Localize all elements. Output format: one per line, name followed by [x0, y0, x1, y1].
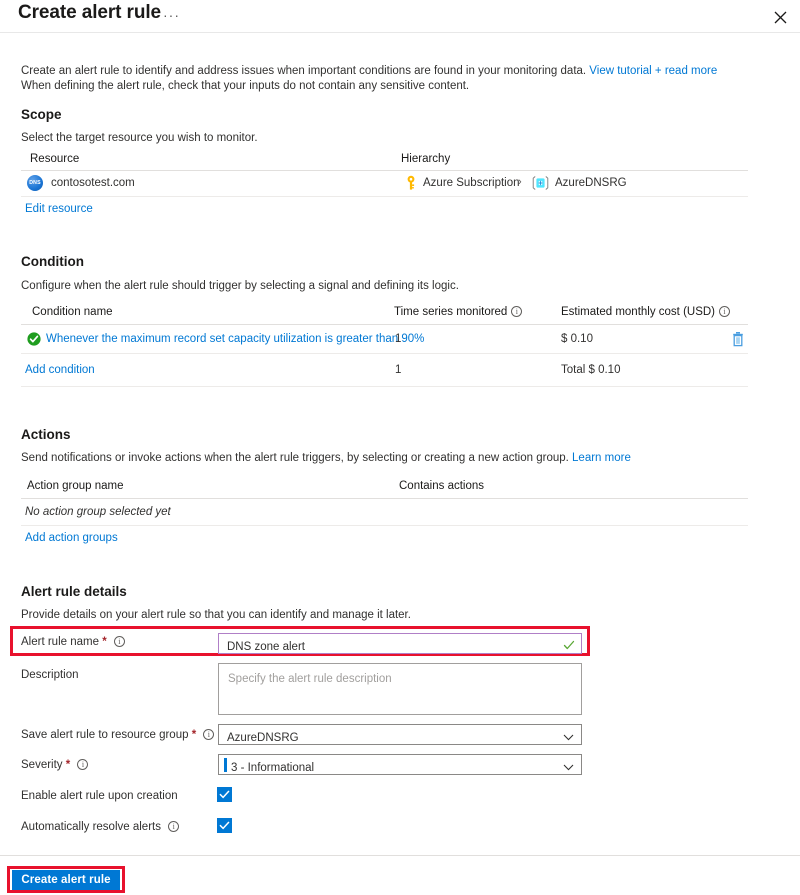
edit-resource-link[interactable]: Edit resource — [25, 203, 93, 215]
close-icon[interactable] — [768, 5, 792, 29]
actions-row-divider — [21, 525, 748, 526]
more-options-icon[interactable]: ··· — [163, 8, 180, 22]
condition-name-link[interactable]: Whenever the maximum record set capacity… — [46, 333, 424, 345]
actions-column-name: Action group name — [27, 480, 124, 492]
info-icon[interactable]: i — [168, 821, 180, 832]
header-divider — [0, 32, 800, 33]
intro-line-1: Create an alert rule to identify and add… — [21, 64, 717, 79]
severity-label-text: Severity — [21, 759, 63, 771]
condition-column-cost-label: Estimated monthly cost (USD) — [561, 306, 716, 318]
condition-series-value: 1 — [395, 333, 402, 345]
chevron-down-icon — [563, 760, 574, 771]
scope-section-title: Scope — [21, 107, 62, 122]
scope-header-divider — [21, 170, 748, 171]
auto-resolve-alerts-label: Automatically resolve alerts i — [21, 821, 180, 833]
actions-section-description: Send notifications or invoke actions whe… — [21, 452, 631, 464]
description-placeholder: Specify the alert rule description — [228, 673, 392, 685]
resource-group-value: AzureDNSRG — [227, 732, 299, 744]
green-check-icon — [563, 638, 575, 650]
actions-column-contains: Contains actions — [399, 480, 485, 492]
intro-line-2: When defining the alert rule, check that… — [21, 80, 470, 92]
alert-rule-details-title: Alert rule details — [21, 584, 127, 599]
intro-text-1: Create an alert rule to identify and add… — [21, 65, 590, 77]
condition-cost-value: $ 0.10 — [561, 333, 593, 345]
chevron-down-icon — [563, 730, 574, 741]
actions-section-title: Actions — [21, 427, 71, 442]
key-icon — [404, 175, 418, 191]
scope-column-resource: Resource — [30, 153, 80, 165]
resource-group-select[interactable]: AzureDNSRG — [218, 724, 582, 745]
condition-column-name: Condition name — [32, 306, 113, 318]
enable-alert-rule-label: Enable alert rule upon creation — [21, 790, 178, 802]
scope-column-hierarchy: Hierarchy — [401, 153, 451, 165]
info-icon[interactable]: i — [203, 729, 215, 740]
dns-zone-icon: DNS — [27, 175, 43, 191]
learn-more-link[interactable]: Learn more — [572, 452, 631, 464]
severity-value: 3 - Informational — [231, 762, 315, 774]
required-indicator: * — [65, 759, 71, 771]
dns-zone-icon-label: DNS — [29, 180, 41, 186]
auto-resolve-alerts-label-text: Automatically resolve alerts — [21, 821, 161, 833]
add-action-groups-link[interactable]: Add action groups — [25, 532, 118, 544]
info-icon[interactable]: i — [77, 759, 89, 770]
enable-alert-rule-checkbox[interactable] — [217, 787, 232, 802]
hierarchy-separator-icon: › — [518, 176, 522, 188]
condition-footer-divider — [21, 386, 748, 387]
description-textarea[interactable]: Specify the alert rule description — [218, 663, 582, 715]
alert-rule-details-description: Provide details on your alert rule so th… — [21, 609, 411, 621]
condition-row-divider — [21, 353, 748, 354]
condition-section-title: Condition — [21, 254, 84, 269]
severity-label: Severity * i — [21, 759, 89, 771]
scope-row-divider — [21, 196, 748, 197]
condition-column-series-label: Time series monitored — [394, 306, 508, 318]
footer-divider — [0, 855, 800, 856]
condition-column-series: Time series monitored i — [394, 306, 523, 318]
scope-resource-group-name: AzureDNSRG — [555, 177, 627, 189]
info-icon[interactable]: i — [113, 636, 125, 647]
scope-section-description: Select the target resource you wish to m… — [21, 132, 258, 144]
scope-subscription-name: Azure Subscription — [423, 177, 520, 189]
resource-group-label: Save alert rule to resource group * i — [21, 729, 215, 741]
info-icon[interactable]: i — [719, 306, 731, 317]
condition-section-description: Configure when the alert rule should tri… — [21, 280, 459, 292]
condition-total-cost: Total $ 0.10 — [561, 364, 621, 376]
actions-header-divider — [21, 498, 748, 499]
view-tutorial-link[interactable]: View tutorial + read more — [589, 65, 717, 77]
trash-icon[interactable] — [731, 331, 745, 347]
page-title: Create alert rule — [18, 2, 161, 23]
severity-color-bar — [224, 758, 227, 772]
resource-group-icon — [532, 175, 549, 191]
resource-group-label-text: Save alert rule to resource group — [21, 729, 189, 741]
info-icon[interactable]: i — [511, 306, 523, 317]
scope-resource-name: contosotest.com — [51, 177, 135, 189]
create-alert-rule-button[interactable]: Create alert rule — [12, 870, 120, 890]
create-alert-rule-blade: Create alert rule ··· Create an alert ru… — [0, 0, 800, 895]
add-condition-link[interactable]: Add condition — [25, 364, 95, 376]
description-label: Description — [21, 669, 79, 681]
condition-header-divider — [21, 324, 748, 325]
severity-select[interactable]: 3 - Informational — [218, 754, 582, 775]
alert-rule-name-value: DNS zone alert — [227, 641, 305, 653]
auto-resolve-alerts-checkbox[interactable] — [217, 818, 232, 833]
condition-column-cost: Estimated monthly cost (USD) i — [561, 306, 731, 318]
blade-header: Create alert rule ··· — [0, 0, 800, 33]
green-check-icon — [27, 332, 41, 346]
condition-total-series: 1 — [395, 364, 402, 376]
alert-rule-name-label-text: Alert rule name — [21, 636, 99, 648]
required-indicator: * — [102, 636, 107, 648]
alert-rule-name-label: Alert rule name * i — [21, 636, 125, 648]
actions-description-text: Send notifications or invoke actions whe… — [21, 452, 573, 464]
actions-empty-message: No action group selected yet — [25, 506, 171, 518]
required-indicator: * — [191, 729, 197, 741]
alert-rule-name-input[interactable]: DNS zone alert — [218, 633, 582, 654]
